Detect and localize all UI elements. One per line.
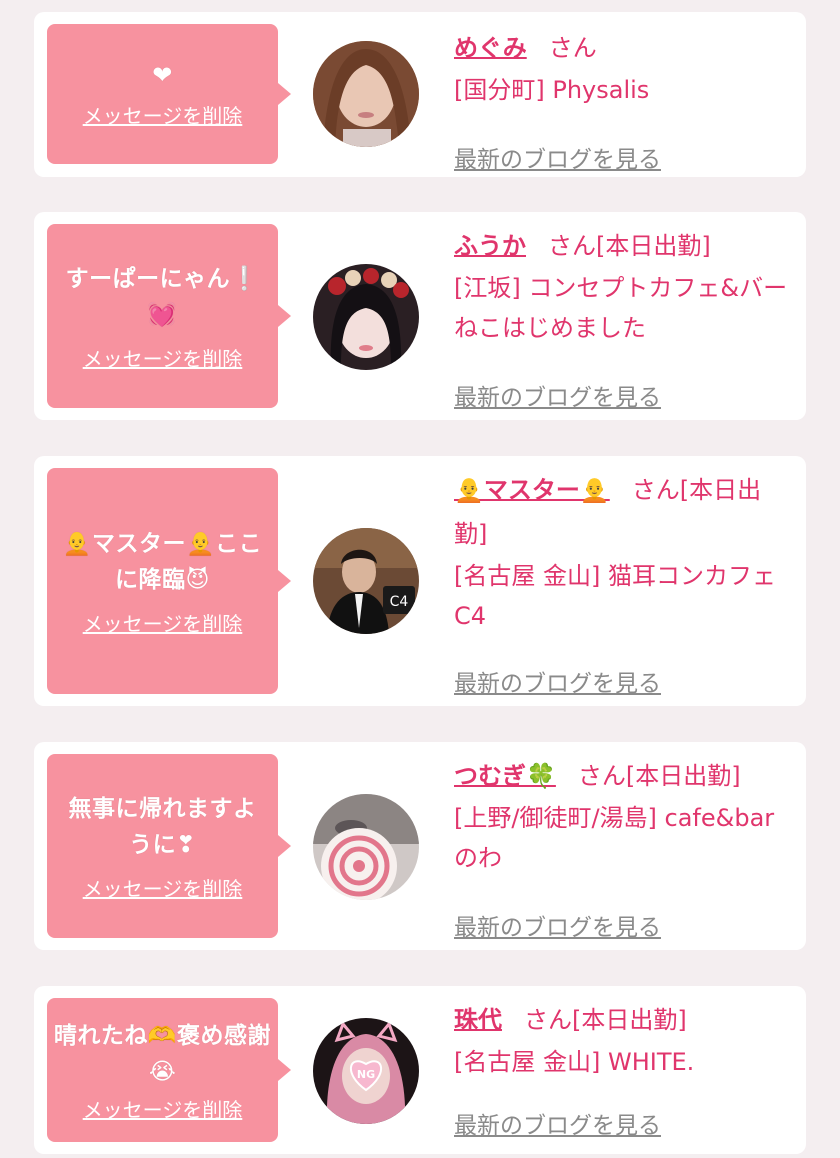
latest-blog-link[interactable]: 最新のブログを見る (454, 140, 661, 174)
message-text: すーぱーにゃん❕💓 (65, 265, 260, 328)
name-line: つむぎ🍀 さん[本日出勤] (454, 754, 794, 798)
cast-name-link[interactable]: つむぎ🍀 (454, 762, 556, 790)
svg-text:C4: C4 (390, 594, 409, 610)
message-bubble: ❤ メッセージを削除 (47, 24, 291, 164)
cast-info: ふうか さん[本日出勤] [江坂] コンセプトカフェ&バー ねこはじめました 最新… (454, 224, 812, 411)
message-card: 晴れたね🫶褒め感謝😭 メッセージを削除 NG 珠代 さん[本日出勤] [名古屋 金… (34, 986, 806, 1154)
delete-message-link[interactable]: メッセージを削除 (83, 343, 243, 372)
message-text: 無事に帰れますように❣ (68, 795, 257, 858)
name-line: 🧑‍🦲マスター🧑‍🦲 さん[本日出勤] (454, 468, 794, 556)
delete-message-link[interactable]: メッセージを削除 (83, 873, 243, 902)
name-line: ふうか さん[本日出勤] (454, 224, 794, 268)
san-suffix: さん (577, 762, 626, 790)
latest-blog-link[interactable]: 最新のブログを見る (454, 664, 661, 698)
avatar[interactable]: C4 (313, 528, 419, 634)
cast-name-link[interactable]: 珠代 (454, 1006, 502, 1034)
message-text: 晴れたね🫶褒め感謝😭 (53, 1022, 272, 1085)
cast-info: 珠代 さん[本日出勤] [名古屋 金山] WHITE. 最新のブログを見る (454, 998, 794, 1139)
name-line: 珠代 さん[本日出勤] (454, 998, 794, 1042)
message-text: ❤ (152, 60, 173, 89)
cast-info: つむぎ🍀 さん[本日出勤] [上野/御徒町/湯島] cafe&bar のわ 最新の… (454, 754, 794, 941)
avatar[interactable]: NG (313, 1018, 419, 1124)
message-card: すーぱーにゃん❕💓 メッセージを削除 ふうか さん[本日出勤] [江坂] コンセプ… (34, 212, 812, 420)
message-card: ❤ メッセージを削除 めぐみ さん [国分町] Physalis 最新のブログを見… (34, 12, 806, 177)
san-suffix: さん (524, 1006, 572, 1034)
avatar[interactable] (313, 41, 419, 147)
message-card: 🧑‍🦲マスター🧑‍🦲ここに降臨😈 メッセージを削除 C4 🧑‍🦲マスター🧑‍🦲 さ… (34, 456, 806, 706)
shop-name: [名古屋 金山] 猫耳コンカフェ C4 (454, 562, 776, 630)
latest-blog-link[interactable]: 最新のブログを見る (454, 378, 661, 412)
cast-info: めぐみ さん [国分町] Physalis 最新のブログを見る (454, 26, 794, 173)
avatar[interactable] (313, 264, 419, 370)
shop-name: [名古屋 金山] WHITE. (454, 1048, 695, 1076)
message-bubble: 無事に帰れますように❣ メッセージを削除 (47, 754, 291, 938)
avatar[interactable] (313, 794, 419, 900)
avatar-photo (313, 794, 419, 900)
message-bubble: すーぱーにゃん❕💓 メッセージを削除 (47, 224, 291, 408)
avatar-photo: C4 (313, 528, 419, 634)
svg-text:NG: NG (357, 1068, 375, 1081)
cast-name-link[interactable]: めぐみ (454, 34, 527, 62)
san-suffix: さん (631, 476, 680, 504)
message-bubble: 🧑‍🦲マスター🧑‍🦲ここに降臨😈 メッセージを削除 (47, 468, 291, 694)
cast-name-link[interactable]: 🧑‍🦲マスター🧑‍🦲 (454, 476, 610, 504)
status-badge: [本日出勤] (596, 232, 711, 260)
san-suffix: さん (548, 34, 597, 62)
message-card: 無事に帰れますように❣ メッセージを削除 つむぎ🍀 さん[本日出勤] [上野/御徒… (34, 742, 806, 950)
status-badge: [本日出勤] (625, 762, 741, 790)
delete-message-link[interactable]: メッセージを削除 (83, 608, 243, 637)
cast-info: 🧑‍🦲マスター🧑‍🦲 さん[本日出勤] [名古屋 金山] 猫耳コンカフェ C4 最… (454, 468, 794, 697)
status-badge: [本日出勤] (572, 1006, 687, 1034)
latest-blog-link[interactable]: 最新のブログを見る (454, 1106, 661, 1140)
name-line: めぐみ さん (454, 26, 794, 70)
avatar-photo (313, 41, 419, 147)
delete-message-link[interactable]: メッセージを削除 (83, 100, 243, 129)
delete-message-link[interactable]: メッセージを削除 (83, 1094, 243, 1123)
latest-blog-link[interactable]: 最新のブログを見る (454, 908, 661, 942)
shop-name: [国分町] Physalis (454, 76, 650, 104)
shop-name: [江坂] コンセプトカフェ&バー ねこはじめました (454, 274, 812, 342)
san-suffix: さん (548, 232, 596, 260)
avatar-photo: NG (313, 1018, 419, 1124)
message-bubble: 晴れたね🫶褒め感謝😭 メッセージを削除 (47, 998, 291, 1142)
cast-name-link[interactable]: ふうか (454, 232, 526, 260)
message-text: 🧑‍🦲マスター🧑‍🦲ここに降臨😈 (62, 530, 263, 593)
shop-name: [上野/御徒町/湯島] cafe&bar のわ (454, 804, 775, 872)
avatar-photo (313, 264, 419, 370)
